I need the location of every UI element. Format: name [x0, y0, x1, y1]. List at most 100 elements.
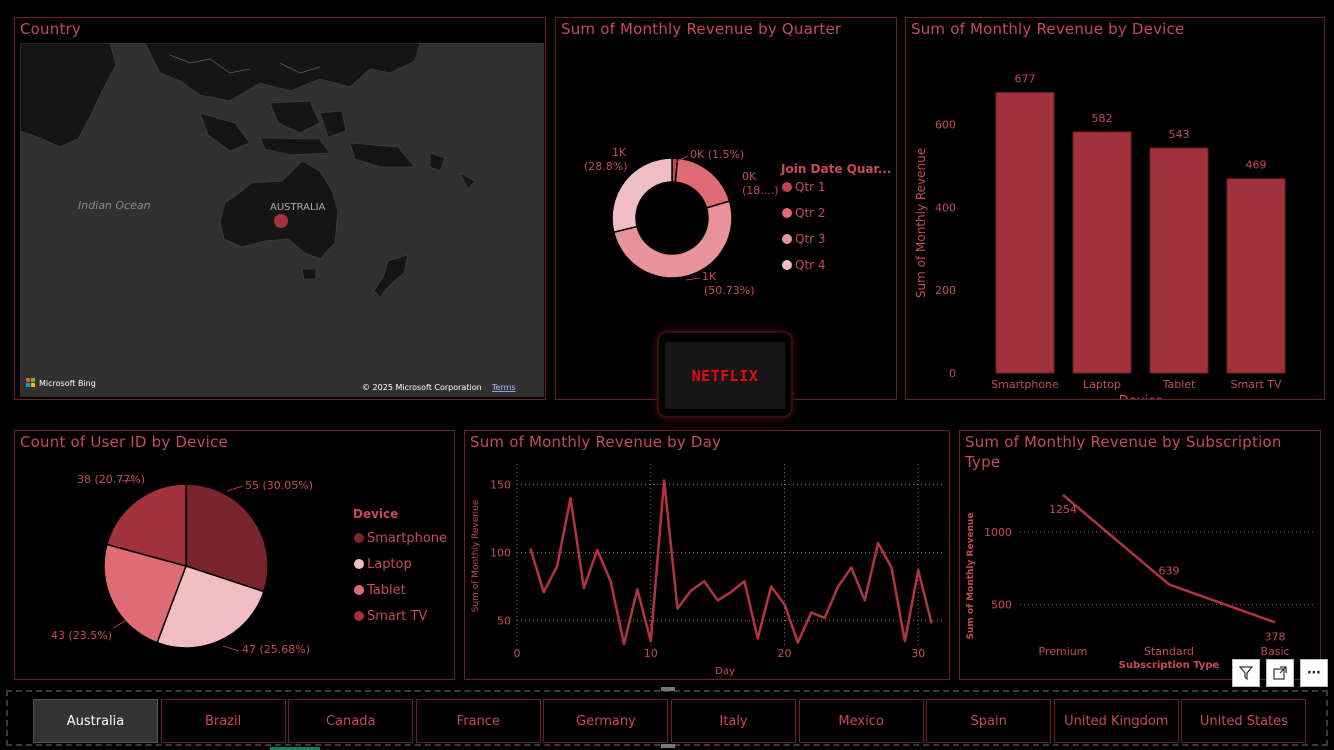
bar-smart-tv[interactable] — [1226, 178, 1286, 374]
slicer-item-france[interactable]: France — [415, 699, 541, 743]
day-line-panel: Sum of Monthly Revenue by Day 50 100 150 0 1… — [464, 430, 950, 680]
netflix-logo: NETFLIX — [665, 342, 785, 409]
day-line-series[interactable] — [529, 479, 933, 646]
pie-legend-marker — [354, 585, 364, 595]
day-line-title: Sum of Monthly Revenue by Day — [470, 433, 722, 451]
expand-icon — [1273, 666, 1287, 680]
sub-line-title-1: Sum of Monthly Revenue by Subscription — [965, 433, 1282, 451]
bar-value-label: 582 — [1092, 112, 1113, 125]
bar-ytick-label: 200 — [935, 284, 956, 297]
day-line-chart[interactable]: 50 100 150 0 10 20 30 Day Sum of Monthly Revenue — [465, 456, 949, 678]
pie-legend-item[interactable]: Smartphone — [367, 531, 447, 546]
sub-category-label: Standard — [1144, 645, 1194, 658]
pie-title: Count of User ID by Device — [20, 433, 228, 451]
donut-legend-marker — [782, 260, 792, 270]
subscription-line-chart[interactable]: 500 1000 1254 Premium 639 Standard 378 Basic Sub… — [960, 476, 1320, 676]
sub-line-series[interactable] — [1062, 494, 1276, 624]
bar-category-label: Laptop — [1083, 378, 1121, 391]
day-x-axis-title: Day — [715, 666, 735, 677]
pie-leader-line — [112, 619, 128, 629]
sub-value-label: 639 — [1159, 564, 1180, 577]
netflix-logo-text: NETFLIX — [691, 366, 759, 385]
more-options-button[interactable]: ⋯ — [1300, 659, 1328, 687]
bar-value-label: 469 — [1246, 159, 1267, 172]
device-pie-panel: Count of User ID by Device 55 (30.05%) 4… — [14, 430, 455, 680]
pie-label-tablet: 43 (23.5%) — [51, 629, 112, 642]
day-xtick-label: 20 — [778, 647, 792, 660]
sub-ytick-label: 1000 — [984, 526, 1012, 539]
filter-icon — [1238, 666, 1254, 681]
map-view[interactable]: Indian Ocean AUSTRALIA Microsoft Bing © … — [20, 43, 544, 397]
pie-legend-title: Device — [353, 507, 398, 521]
sub-x-axis-title: Subscription Type — [1119, 660, 1220, 671]
bar-ytick-label: 0 — [949, 367, 956, 380]
donut-slice-qtr-2[interactable] — [674, 157, 731, 209]
ocean-label: Indian Ocean — [78, 199, 151, 212]
pie-label-smartphone: 55 (30.05%) — [245, 479, 313, 492]
pie-label-laptop: 47 (25.68%) — [242, 643, 310, 656]
device-pie-chart[interactable]: 55 (30.05%) 47 (25.68%) 43 (23.5%) 38 (2… — [15, 456, 454, 678]
bar-category-label: Smartphone — [991, 378, 1059, 391]
sub-value-label: 378 — [1265, 630, 1286, 643]
slicer-item-italy[interactable]: Italy — [671, 699, 796, 743]
filter-button[interactable] — [1232, 659, 1260, 687]
sub-line-title-2: Type — [965, 453, 1001, 471]
subscription-line-panel: Sum of Monthly Revenue by Subscription T… — [959, 430, 1321, 680]
pie-legend-item[interactable]: Tablet — [366, 583, 406, 598]
sub-value-label: 1254 — [1049, 503, 1077, 516]
map-title: Country — [20, 20, 81, 38]
sub-category-label: Premium — [1039, 645, 1088, 658]
bar-smartphone[interactable] — [995, 92, 1055, 374]
country-slicer: Australia Brazil Canada France Germany Italy M… — [6, 690, 1328, 746]
country-label: AUSTRALIA — [270, 202, 326, 213]
top-toolbar-fragment — [1110, 0, 1310, 4]
sub-category-label: Basic — [1260, 645, 1289, 658]
bar-category-label: Smart TV — [1230, 378, 1281, 391]
slicer-resize-handle-top[interactable] — [661, 687, 675, 691]
day-ytick-label: 150 — [490, 478, 511, 491]
day-xtick-label: 0 — [514, 647, 521, 660]
sub-ytick-label: 500 — [991, 599, 1012, 612]
slicer-item-mexico[interactable]: Mexico — [798, 699, 924, 743]
bar-ytick-label: 600 — [935, 118, 956, 131]
pie-label-smarttv: 38 (20.77%) — [77, 473, 145, 486]
donut-label-q3a: 1K — [702, 270, 717, 283]
pie-leader-line — [226, 485, 244, 492]
pie-legend-item[interactable]: Laptop — [367, 557, 412, 572]
bar-value-label: 543 — [1169, 128, 1190, 141]
bar-y-axis-title: Sum of Monthly Revenue — [914, 148, 928, 298]
slicer-item-brazil[interactable]: Brazil — [160, 699, 286, 743]
donut-legend-item[interactable]: Qtr 3 — [795, 232, 826, 246]
pie-leader-line — [222, 645, 240, 652]
focus-mode-button[interactable] — [1266, 659, 1294, 687]
map-panel: Country Indian Ocean AUSTRALIA Microsoft… — [14, 17, 546, 400]
bar-laptop[interactable] — [1072, 131, 1132, 374]
bar-value-label: 677 — [1015, 73, 1036, 86]
map-terms-link[interactable]: Terms — [491, 383, 516, 392]
pie-legend-marker — [354, 533, 364, 543]
bar-category-label: Tablet — [1162, 378, 1196, 391]
donut-label-q2a: 0K — [742, 170, 757, 183]
donut-legend-item[interactable]: Qtr 1 — [795, 180, 826, 194]
donut-legend-item[interactable]: Qtr 2 — [795, 206, 826, 220]
australia-bubble[interactable] — [274, 214, 288, 228]
slicer-item-spain[interactable]: Spain — [926, 699, 1052, 743]
donut-title: Sum of Monthly Revenue by Quarter — [561, 20, 842, 38]
pie-legend-marker — [354, 559, 364, 569]
slicer-item-united-states[interactable]: United States — [1181, 699, 1307, 743]
slicer-item-canada[interactable]: Canada — [288, 699, 414, 743]
donut-legend-item[interactable]: Qtr 4 — [795, 258, 826, 272]
donut-legend-marker — [782, 182, 792, 192]
slicer-item-united-kingdom[interactable]: United Kingdom — [1053, 699, 1179, 743]
pie-legend-item[interactable]: Smart TV — [367, 609, 427, 624]
slicer-item-germany[interactable]: Germany — [543, 699, 669, 743]
pie-legend-marker — [354, 611, 364, 621]
day-xtick-label: 30 — [911, 647, 925, 660]
bar-tablet[interactable] — [1149, 147, 1209, 374]
slicer-item-australia[interactable]: Australia — [33, 699, 158, 743]
device-bar-chart[interactable]: 0 200 400 600 677 Smartphone 582 Laptop 543 Table… — [906, 43, 1324, 399]
slicer-resize-handle-bottom[interactable] — [661, 744, 675, 748]
device-bar-panel: Sum of Monthly Revenue by Device 0 200 400… — [905, 17, 1325, 400]
bing-label: Microsoft Bing — [39, 379, 96, 388]
donut-legend-title: Join Date Quar... — [780, 162, 891, 176]
